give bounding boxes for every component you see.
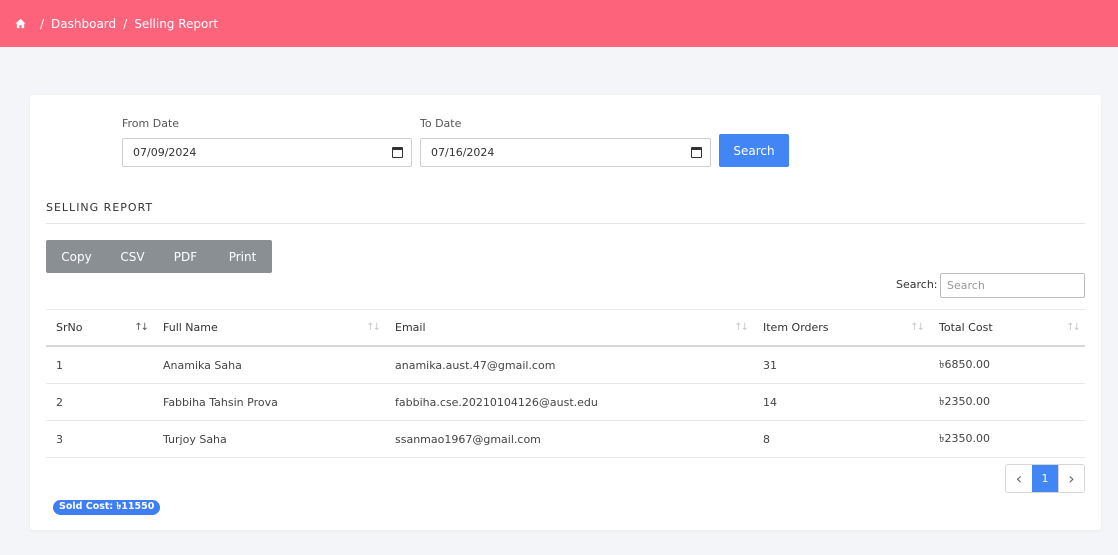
column-header-label: Full Name — [163, 321, 218, 334]
breadcrumb-current: Selling Report — [134, 16, 219, 31]
csv-button[interactable]: CSV — [107, 240, 158, 273]
column-header-total-cost[interactable]: Total Cost ↑↓ — [929, 310, 1085, 345]
cell-email: anamika.aust.47@gmail.com — [395, 358, 556, 372]
chevron-left-icon: ‹ — [1015, 469, 1023, 488]
table-search-label: Search: — [896, 278, 938, 291]
breadcrumb-dashboard-link[interactable]: Dashboard — [51, 17, 116, 31]
copy-button[interactable]: Copy — [46, 240, 107, 273]
calendar-icon[interactable] — [392, 147, 403, 158]
cell-srno: 3 — [56, 432, 63, 446]
from-date-label: From Date — [122, 117, 180, 130]
cell-item-orders: 31 — [763, 358, 777, 372]
cell-email: ssanmao1967@gmail.com — [395, 432, 541, 446]
selling-report-table: SrNo ↑↓ Full Name ↑↓ Email ↑↓ Item Order… — [46, 309, 1085, 458]
cell-item-orders: 14 — [763, 395, 777, 409]
column-header-label: Email — [395, 321, 426, 334]
cell-total-cost: ৳6850.00 — [939, 357, 990, 371]
chevron-right-icon: › — [1068, 469, 1075, 488]
column-header-label: Total Cost — [939, 321, 993, 334]
table-row: 1 Anamika Saha anamika.aust.47@gmail.com… — [46, 347, 1085, 384]
export-button-group: Copy CSV PDF Print — [46, 240, 272, 273]
breadcrumb-separator: / — [40, 16, 45, 31]
sold-cost-badge: Sold Cost: ৳11550 — [53, 500, 161, 515]
top-header-bar: / Dashboard / Selling Report — [0, 0, 1118, 47]
print-button[interactable]: Print — [213, 240, 272, 273]
pagination-next-button[interactable]: › — [1058, 465, 1084, 492]
pagination: ‹ 1 › — [1005, 464, 1085, 493]
cell-full-name: Fabbiha Tahsin Prova — [163, 395, 278, 409]
cell-email: fabbiha.cse.20210104126@aust.edu — [395, 395, 598, 409]
report-title: SELLING REPORT — [46, 201, 154, 214]
home-icon[interactable] — [15, 18, 26, 29]
breadcrumb-separator: / — [123, 16, 128, 31]
table-header-row: SrNo ↑↓ Full Name ↑↓ Email ↑↓ Item Order… — [46, 309, 1085, 347]
column-header-email[interactable]: Email ↑↓ — [385, 310, 753, 345]
search-button[interactable]: Search — [719, 134, 789, 167]
breadcrumb: / Dashboard / Selling Report — [15, 17, 218, 31]
sort-icon: ↑↓ — [134, 322, 149, 333]
sort-icon: ↑↓ — [1066, 322, 1081, 333]
pagination-prev-button[interactable]: ‹ — [1006, 465, 1032, 492]
cell-srno: 2 — [56, 395, 63, 409]
sort-icon: ↑↓ — [366, 322, 381, 333]
column-header-label: SrNo — [56, 321, 83, 334]
to-date-input[interactable]: 07/16/2024 — [420, 138, 711, 167]
column-header-full-name[interactable]: Full Name ↑↓ — [153, 310, 385, 345]
table-search-input[interactable]: Search — [940, 273, 1085, 298]
from-date-value: 07/09/2024 — [133, 146, 197, 159]
sort-icon: ↑↓ — [910, 322, 925, 333]
from-date-input[interactable]: 07/09/2024 — [122, 138, 412, 167]
table-row: 3 Turjoy Saha ssanmao1967@gmail.com 8 ৳2… — [46, 421, 1085, 458]
column-header-label: Item Orders — [763, 321, 829, 334]
column-header-item-orders[interactable]: Item Orders ↑↓ — [753, 310, 929, 345]
cell-srno: 1 — [56, 358, 63, 372]
to-date-value: 07/16/2024 — [431, 146, 495, 159]
pdf-button[interactable]: PDF — [158, 240, 213, 273]
cell-item-orders: 8 — [763, 432, 770, 446]
cell-total-cost: ৳2350.00 — [939, 431, 990, 445]
column-header-srno[interactable]: SrNo ↑↓ — [46, 310, 153, 345]
cell-total-cost: ৳2350.00 — [939, 394, 990, 408]
cell-full-name: Turjoy Saha — [163, 432, 227, 446]
calendar-icon[interactable] — [691, 147, 702, 158]
table-row: 2 Fabbiha Tahsin Prova fabbiha.cse.20210… — [46, 384, 1085, 421]
divider — [46, 223, 1085, 224]
cell-full-name: Anamika Saha — [163, 358, 242, 372]
sort-icon: ↑↓ — [734, 322, 749, 333]
to-date-label: To Date — [420, 117, 462, 130]
pagination-page-1[interactable]: 1 — [1032, 465, 1058, 492]
report-card: From Date 07/09/2024 To Date 07/16/2024 … — [30, 95, 1101, 530]
